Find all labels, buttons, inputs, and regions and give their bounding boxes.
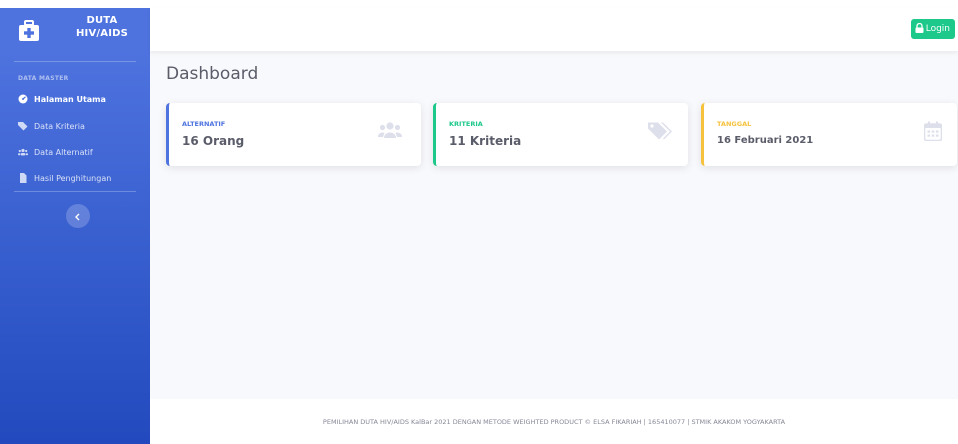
login-label: Login [925, 24, 950, 34]
card-label: ALTERNATIF [182, 120, 226, 128]
tags-icon [648, 121, 672, 145]
calendar-icon [923, 121, 943, 145]
sidebar-item-data-kriteria[interactable]: Data Kriteria [18, 119, 85, 133]
dashboard-icon [18, 94, 28, 104]
sidebar-item-hasil-penghitungan[interactable]: Hasil Penghitungan [18, 171, 111, 185]
file-icon [18, 173, 28, 183]
sidebar-toggle-button[interactable] [66, 204, 90, 228]
sidebar-item-label: Hasil Penghitungan [34, 173, 112, 183]
tags-icon [18, 121, 28, 131]
topbar: Login [150, 8, 958, 51]
sidebar-item-label: Data Kriteria [34, 121, 85, 131]
footer: PEMILIHAN DUTA HIV/AIDS KalBar 2021 DENG… [150, 399, 958, 444]
sidebar-item-label: Data Alternatif [34, 147, 93, 157]
top-edge [0, 0, 958, 8]
brand-line-1: DUTA [86, 15, 118, 26]
users-icon [377, 121, 403, 143]
login-button[interactable]: Login [910, 19, 955, 39]
sidebar-divider [14, 191, 136, 192]
sidebar-divider [14, 61, 136, 62]
footer-text: PEMILIHAN DUTA HIV/AIDS KalBar 2021 DENG… [322, 417, 786, 426]
sidebar-item-halaman-utama[interactable]: Halaman Utama [18, 92, 106, 106]
card-label: TANGGAL [717, 120, 752, 128]
chevron-left-icon [74, 209, 82, 224]
card-alternatif: ALTERNATIF 16 Orang [166, 103, 421, 166]
sidebar-item-data-alternatif[interactable]: Data Alternatif [18, 145, 93, 159]
sidebar-item-label: Halaman Utama [34, 94, 106, 104]
page-title: Dashboard [166, 64, 259, 84]
card-value: 11 Kriteria [449, 134, 522, 148]
sidebar: DUTA HIV/AIDS DATA MASTER Halaman Utama … [0, 8, 150, 444]
lock-icon [915, 22, 926, 36]
card-tanggal: TANGGAL 16 Februari 2021 [701, 103, 957, 166]
card-value: 16 Orang [182, 134, 245, 148]
sidebar-brand[interactable]: DUTA HIV/AIDS [0, 8, 150, 56]
brand-line-2: HIV/AIDS [75, 28, 129, 39]
card-kriteria: KRITERIA 11 Kriteria [433, 103, 688, 166]
card-label: KRITERIA [449, 120, 483, 128]
brand-name: DUTA HIV/AIDS [62, 14, 142, 40]
sidebar-heading: DATA MASTER [18, 75, 69, 82]
users-icon [18, 147, 28, 157]
medkit-icon [18, 20, 40, 42]
card-value: 16 Februari 2021 [717, 135, 814, 146]
